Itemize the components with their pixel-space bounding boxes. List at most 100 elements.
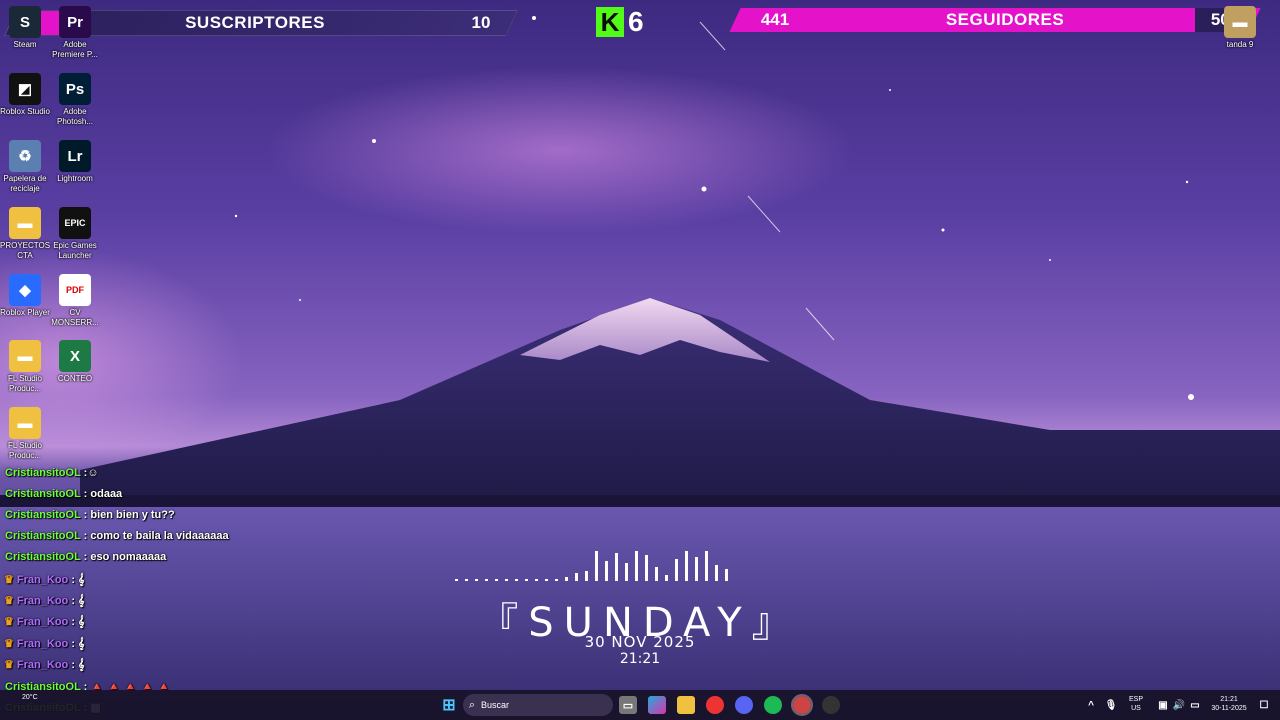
visualizer-bar: [705, 551, 708, 581]
desktop-icon-label: Epic Games Launcher: [53, 241, 97, 260]
desktop-icon[interactable]: PDF CV MONSERR...: [50, 274, 100, 328]
chat-text: ☺: [87, 467, 99, 479]
desktop-icon[interactable]: Pr Adobe Premiere P...: [50, 6, 100, 60]
desktop-icon[interactable]: S Steam: [0, 6, 50, 50]
desktop-icon[interactable]: ◩ Roblox Studio: [0, 73, 50, 117]
desktop-icon[interactable]: Lr Lightroom: [50, 140, 100, 184]
chat-username: Fran_Koo: [16, 574, 69, 586]
visualizer-bar: [545, 579, 548, 581]
time-label: 21:21: [619, 651, 661, 667]
desktop-icon[interactable]: ▬ PROYECTOS CTA: [0, 207, 50, 261]
app-icon: ◆: [9, 274, 41, 306]
visualizer-bar: [535, 579, 538, 581]
desktop-icon-label: Steam: [13, 40, 37, 49]
chrome-active-icon[interactable]: [791, 694, 813, 716]
spotify-icon[interactable]: [764, 696, 782, 714]
clock-time: 21:21: [1220, 696, 1238, 703]
chrome-icon[interactable]: [706, 696, 724, 714]
date-label: 30 NOV 2025: [584, 633, 696, 651]
kick-viewers-widget: K 6: [596, 6, 644, 38]
desktop-icon-label: Roblox Player: [0, 308, 50, 317]
desktop-icon-label: Papelera de reciclaje: [3, 174, 47, 193]
kick-logo-icon: K: [596, 7, 624, 37]
chat-message: CristiansitoOL : como te baila la vidaaa…: [5, 530, 229, 542]
notifications-icon[interactable]: ☐: [1255, 696, 1273, 714]
visualizer-bar: [725, 569, 728, 581]
subscribers-title: SUSCRIPTORES: [185, 13, 325, 32]
visualizer-bar: [685, 551, 688, 581]
chat-message: ♛ Fran_Koo : 𝄞: [4, 573, 85, 587]
search-box[interactable]: ⌕ Buscar: [463, 694, 613, 716]
copilot-icon[interactable]: [648, 696, 666, 714]
desktop-icon[interactable]: ♻ Papelera de reciclaje: [0, 140, 50, 194]
desktop-icon[interactable]: ▬ tanda 9: [1215, 6, 1265, 50]
desktop-icon-label: CONTEO: [57, 374, 93, 383]
visualizer-bar: [455, 579, 458, 581]
desktop-icon[interactable]: ◆ Roblox Player: [0, 274, 50, 318]
chat-text: como te baila la vidaaaaaa: [87, 530, 229, 542]
chat-text: eso nomaaaaa: [87, 551, 167, 563]
search-icon: ⌕: [468, 698, 476, 711]
app-icon: ▬: [9, 340, 41, 372]
chat-text: 𝄞: [75, 574, 85, 586]
language-line-2: US: [1131, 705, 1141, 712]
visualizer-bar: [675, 559, 678, 581]
app-icon: Pr: [59, 6, 91, 38]
desktop-icon[interactable]: X CONTEO: [50, 340, 100, 384]
chat-username: CristiansitoOL: [5, 509, 81, 521]
file-explorer-icon[interactable]: [677, 696, 695, 714]
visualizer-bar: [575, 573, 578, 581]
visualizer-bar: [665, 575, 668, 581]
chat-username: CristiansitoOL: [5, 530, 81, 542]
microphone-icon[interactable]: 🎙: [1102, 696, 1120, 714]
desktop-icon-label: FL Studio Produc...: [8, 374, 42, 393]
desktop-icon[interactable]: ▬ FL Studio Produc...: [0, 407, 50, 461]
visualizer-bar: [605, 561, 608, 581]
chat-message: CristiansitoOL : odaaa: [5, 488, 122, 500]
app-icon: ▬: [9, 407, 41, 439]
followers-title: SEGUIDORES: [945, 10, 1065, 29]
visualizer-bar: [485, 579, 488, 581]
weather-widget[interactable]: 20°C: [22, 693, 38, 702]
start-windows-icon[interactable]: ⊞: [440, 696, 458, 714]
desktop-icon-label: FL Studio Produc...: [8, 441, 42, 460]
app-icon: ♻: [9, 140, 41, 172]
language-indicator[interactable]: ESP US: [1124, 695, 1148, 713]
weather-temp: 20°C: [22, 694, 38, 701]
visualizer-bar: [555, 579, 558, 581]
chat-username: CristiansitoOL: [5, 467, 81, 479]
visualizer-bar: [475, 579, 478, 581]
visualizer-bar: [635, 551, 638, 581]
visualizer-bar: [695, 557, 698, 581]
battery-icon[interactable]: ▭: [1186, 696, 1204, 714]
followers-current: 441: [760, 10, 790, 29]
chat-username: CristiansitoOL: [5, 488, 81, 500]
visualizer-bar: [595, 551, 598, 581]
audio-visualizer: [455, 545, 855, 581]
visualizer-bar: [565, 577, 568, 581]
task-view-icon[interactable]: ▭: [619, 696, 637, 714]
desktop-icon[interactable]: Ps Adobe Photosh...: [50, 73, 100, 127]
desktop-icon[interactable]: EPIC Epic Games Launcher: [50, 207, 100, 261]
desktop-icon-label: Lightroom: [57, 174, 93, 183]
visualizer-bar: [645, 555, 648, 581]
crown-badge-icon: ♛: [4, 574, 17, 586]
visualizer-bar: [615, 553, 618, 581]
visualizer-bar: [655, 567, 658, 581]
app-icon: ▬: [9, 207, 41, 239]
subscribers-goal: 10: [471, 13, 491, 32]
obs-icon[interactable]: [822, 696, 840, 714]
chevron-up-icon[interactable]: ^: [1082, 696, 1100, 714]
visualizer-bar: [495, 579, 498, 581]
app-icon: S: [9, 6, 41, 38]
app-icon: ▬: [1224, 6, 1256, 38]
app-icon: Ps: [59, 73, 91, 105]
visualizer-bar: [715, 565, 718, 581]
chat-message: CristiansitoOL :☺: [5, 467, 99, 479]
kick-viewer-count: 6: [628, 6, 644, 37]
desktop-icon[interactable]: ▬ FL Studio Produc...: [0, 340, 50, 394]
visualizer-bar: [625, 563, 628, 581]
discord-icon[interactable]: [735, 696, 753, 714]
clock[interactable]: 21:21 30-11-2025: [1204, 695, 1254, 713]
desktop-icon-label: Roblox Studio: [0, 107, 50, 116]
